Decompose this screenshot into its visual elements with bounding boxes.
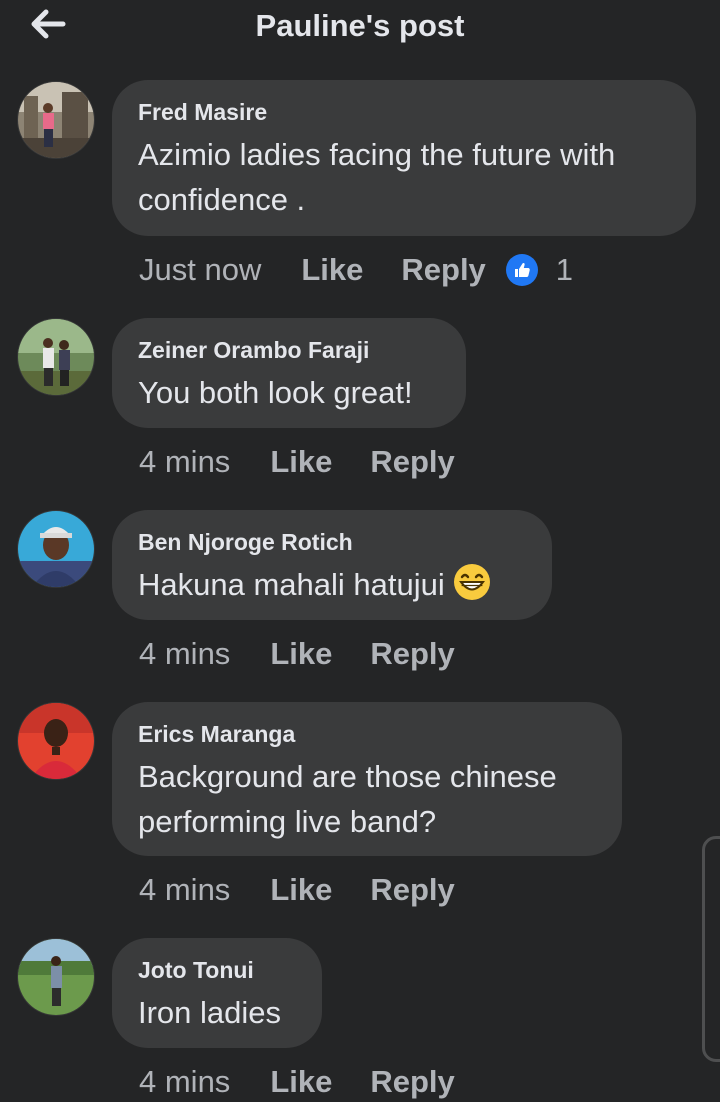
comment-bubble[interactable]: Joto Tonui Iron ladies [112,938,322,1048]
comment-bubble[interactable]: Erics Maranga Background are those chine… [112,702,622,856]
comment-actions: 4 mins Like Reply [139,1062,493,1102]
comment-author[interactable]: Ben Njoroge Rotich [138,528,524,556]
comment-author[interactable]: Erics Maranga [138,720,594,748]
like-button[interactable]: Like [270,1064,332,1100]
like-button[interactable]: Like [270,872,332,908]
like-button[interactable]: Like [301,252,363,288]
avatar[interactable] [18,319,94,395]
comment-author[interactable]: Zeiner Orambo Faraji [138,336,438,364]
reaction-count: 1 [555,252,574,287]
comment-bubble[interactable]: Ben Njoroge Rotich Hakuna mahali hatujui [112,510,552,620]
comment-text: You both look great! [138,375,413,410]
like-button[interactable]: Like [270,444,332,480]
comment-text: Azimio ladies facing the future with con… [138,137,616,217]
reply-button[interactable]: Reply [370,444,454,480]
avatar[interactable] [18,703,94,779]
comment-actions: Just now Like Reply 1 [139,250,573,290]
comment-bubble[interactable]: Zeiner Orambo Faraji You both look great… [112,318,466,428]
reaction-summary[interactable]: 1 [505,252,574,288]
reply-button[interactable]: Reply [370,1064,454,1100]
comment-time[interactable]: Just now [139,252,261,288]
avatar[interactable] [18,939,94,1015]
reply-button[interactable]: Reply [370,636,454,672]
comment-time[interactable]: 4 mins [139,636,230,672]
comment-actions: 4 mins Like Reply [139,870,493,910]
page-title: Pauline's post [255,8,465,43]
comment-author[interactable]: Joto Tonui [138,956,294,984]
thumbs-up-icon [505,254,538,286]
comment-time[interactable]: 4 mins [139,1064,230,1100]
comment-text: Iron ladies [138,995,282,1030]
reply-button[interactable]: Reply [401,252,485,288]
reply-button[interactable]: Reply [370,872,454,908]
comment-author[interactable]: Fred Masire [138,98,668,126]
avatar[interactable] [18,511,94,587]
scroll-handle[interactable] [702,836,720,1062]
comment-actions: 4 mins Like Reply [139,634,493,674]
comment-text: Background are those chinese performing … [138,759,557,839]
comment-time[interactable]: 4 mins [139,872,230,908]
comment-time[interactable]: 4 mins [139,444,230,480]
like-button[interactable]: Like [270,636,332,672]
top-bar: Pauline's post [0,0,720,62]
comment-text: Hakuna mahali hatujui [138,562,524,613]
grinning-face-icon [453,563,491,613]
comment-actions: 4 mins Like Reply [139,442,493,482]
avatar[interactable] [18,82,94,158]
comment-bubble[interactable]: Fred Masire Azimio ladies facing the fut… [112,80,696,236]
